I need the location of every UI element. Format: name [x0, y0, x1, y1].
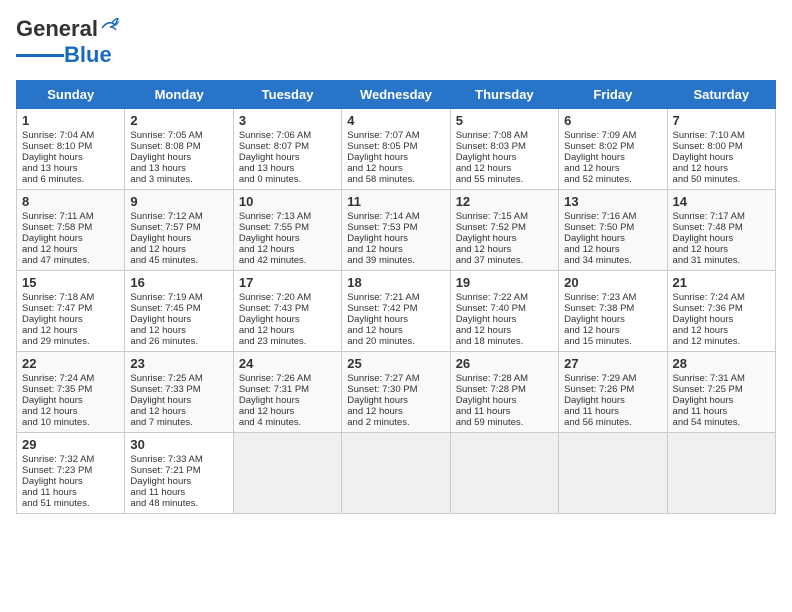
- day-number: 29: [22, 437, 119, 452]
- calendar-cell: 5Sunrise: 7:08 AMSunset: 8:03 PMDaylight…: [450, 109, 558, 190]
- calendar-body: 1Sunrise: 7:04 AMSunset: 8:10 PMDaylight…: [17, 109, 776, 514]
- calendar-cell: [233, 433, 341, 514]
- calendar-cell: 11Sunrise: 7:14 AMSunset: 7:53 PMDayligh…: [342, 190, 450, 271]
- calendar-cell: 30Sunrise: 7:33 AMSunset: 7:21 PMDayligh…: [125, 433, 233, 514]
- calendar-cell: 27Sunrise: 7:29 AMSunset: 7:26 PMDayligh…: [559, 352, 667, 433]
- page-header: General Blue: [16, 16, 776, 68]
- calendar-cell: 12Sunrise: 7:15 AMSunset: 7:52 PMDayligh…: [450, 190, 558, 271]
- day-number: 15: [22, 275, 119, 290]
- logo-blue: Blue: [64, 42, 112, 68]
- day-number: 21: [673, 275, 770, 290]
- calendar-cell: 29Sunrise: 7:32 AMSunset: 7:23 PMDayligh…: [17, 433, 125, 514]
- day-number: 2: [130, 113, 227, 128]
- week-row-2: 8Sunrise: 7:11 AMSunset: 7:58 PMDaylight…: [17, 190, 776, 271]
- calendar-cell: [559, 433, 667, 514]
- calendar-cell: 19Sunrise: 7:22 AMSunset: 7:40 PMDayligh…: [450, 271, 558, 352]
- day-header-wednesday: Wednesday: [342, 81, 450, 109]
- day-number: 22: [22, 356, 119, 371]
- calendar-cell: 8Sunrise: 7:11 AMSunset: 7:58 PMDaylight…: [17, 190, 125, 271]
- logo-bird-icon: [100, 18, 122, 36]
- day-header-monday: Monday: [125, 81, 233, 109]
- day-number: 20: [564, 275, 661, 290]
- day-number: 1: [22, 113, 119, 128]
- week-row-1: 1Sunrise: 7:04 AMSunset: 8:10 PMDaylight…: [17, 109, 776, 190]
- calendar-cell: 21Sunrise: 7:24 AMSunset: 7:36 PMDayligh…: [667, 271, 775, 352]
- day-number: 18: [347, 275, 444, 290]
- day-number: 30: [130, 437, 227, 452]
- day-number: 5: [456, 113, 553, 128]
- day-number: 28: [673, 356, 770, 371]
- calendar-cell: 15Sunrise: 7:18 AMSunset: 7:47 PMDayligh…: [17, 271, 125, 352]
- calendar-cell: 6Sunrise: 7:09 AMSunset: 8:02 PMDaylight…: [559, 109, 667, 190]
- calendar-cell: 28Sunrise: 7:31 AMSunset: 7:25 PMDayligh…: [667, 352, 775, 433]
- calendar-cell: 20Sunrise: 7:23 AMSunset: 7:38 PMDayligh…: [559, 271, 667, 352]
- day-number: 25: [347, 356, 444, 371]
- calendar-cell: [450, 433, 558, 514]
- day-number: 8: [22, 194, 119, 209]
- day-header-thursday: Thursday: [450, 81, 558, 109]
- day-number: 14: [673, 194, 770, 209]
- day-number: 19: [456, 275, 553, 290]
- calendar-table: SundayMondayTuesdayWednesdayThursdayFrid…: [16, 80, 776, 514]
- calendar-cell: 9Sunrise: 7:12 AMSunset: 7:57 PMDaylight…: [125, 190, 233, 271]
- calendar-cell: [667, 433, 775, 514]
- week-row-4: 22Sunrise: 7:24 AMSunset: 7:35 PMDayligh…: [17, 352, 776, 433]
- day-header-sunday: Sunday: [17, 81, 125, 109]
- day-number: 6: [564, 113, 661, 128]
- week-row-5: 29Sunrise: 7:32 AMSunset: 7:23 PMDayligh…: [17, 433, 776, 514]
- day-number: 9: [130, 194, 227, 209]
- day-number: 11: [347, 194, 444, 209]
- day-number: 3: [239, 113, 336, 128]
- calendar-cell: 22Sunrise: 7:24 AMSunset: 7:35 PMDayligh…: [17, 352, 125, 433]
- calendar-cell: 13Sunrise: 7:16 AMSunset: 7:50 PMDayligh…: [559, 190, 667, 271]
- week-row-3: 15Sunrise: 7:18 AMSunset: 7:47 PMDayligh…: [17, 271, 776, 352]
- calendar-cell: 7Sunrise: 7:10 AMSunset: 8:00 PMDaylight…: [667, 109, 775, 190]
- calendar-cell: 23Sunrise: 7:25 AMSunset: 7:33 PMDayligh…: [125, 352, 233, 433]
- day-header-saturday: Saturday: [667, 81, 775, 109]
- calendar-cell: 1Sunrise: 7:04 AMSunset: 8:10 PMDaylight…: [17, 109, 125, 190]
- day-number: 12: [456, 194, 553, 209]
- logo: General Blue: [16, 16, 122, 68]
- day-number: 10: [239, 194, 336, 209]
- logo-general: General: [16, 16, 98, 42]
- calendar-cell: 18Sunrise: 7:21 AMSunset: 7:42 PMDayligh…: [342, 271, 450, 352]
- calendar-cell: 4Sunrise: 7:07 AMSunset: 8:05 PMDaylight…: [342, 109, 450, 190]
- day-header-friday: Friday: [559, 81, 667, 109]
- calendar-cell: 16Sunrise: 7:19 AMSunset: 7:45 PMDayligh…: [125, 271, 233, 352]
- day-number: 16: [130, 275, 227, 290]
- calendar-cell: 26Sunrise: 7:28 AMSunset: 7:28 PMDayligh…: [450, 352, 558, 433]
- calendar-cell: [342, 433, 450, 514]
- calendar-cell: 25Sunrise: 7:27 AMSunset: 7:30 PMDayligh…: [342, 352, 450, 433]
- calendar-cell: 17Sunrise: 7:20 AMSunset: 7:43 PMDayligh…: [233, 271, 341, 352]
- calendar-cell: 24Sunrise: 7:26 AMSunset: 7:31 PMDayligh…: [233, 352, 341, 433]
- calendar-cell: 2Sunrise: 7:05 AMSunset: 8:08 PMDaylight…: [125, 109, 233, 190]
- day-number: 17: [239, 275, 336, 290]
- day-number: 23: [130, 356, 227, 371]
- calendar-cell: 3Sunrise: 7:06 AMSunset: 8:07 PMDaylight…: [233, 109, 341, 190]
- day-number: 27: [564, 356, 661, 371]
- day-number: 4: [347, 113, 444, 128]
- day-header-tuesday: Tuesday: [233, 81, 341, 109]
- day-number: 7: [673, 113, 770, 128]
- day-number: 24: [239, 356, 336, 371]
- day-number: 26: [456, 356, 553, 371]
- calendar-header-row: SundayMondayTuesdayWednesdayThursdayFrid…: [17, 81, 776, 109]
- day-number: 13: [564, 194, 661, 209]
- calendar-cell: 14Sunrise: 7:17 AMSunset: 7:48 PMDayligh…: [667, 190, 775, 271]
- calendar-cell: 10Sunrise: 7:13 AMSunset: 7:55 PMDayligh…: [233, 190, 341, 271]
